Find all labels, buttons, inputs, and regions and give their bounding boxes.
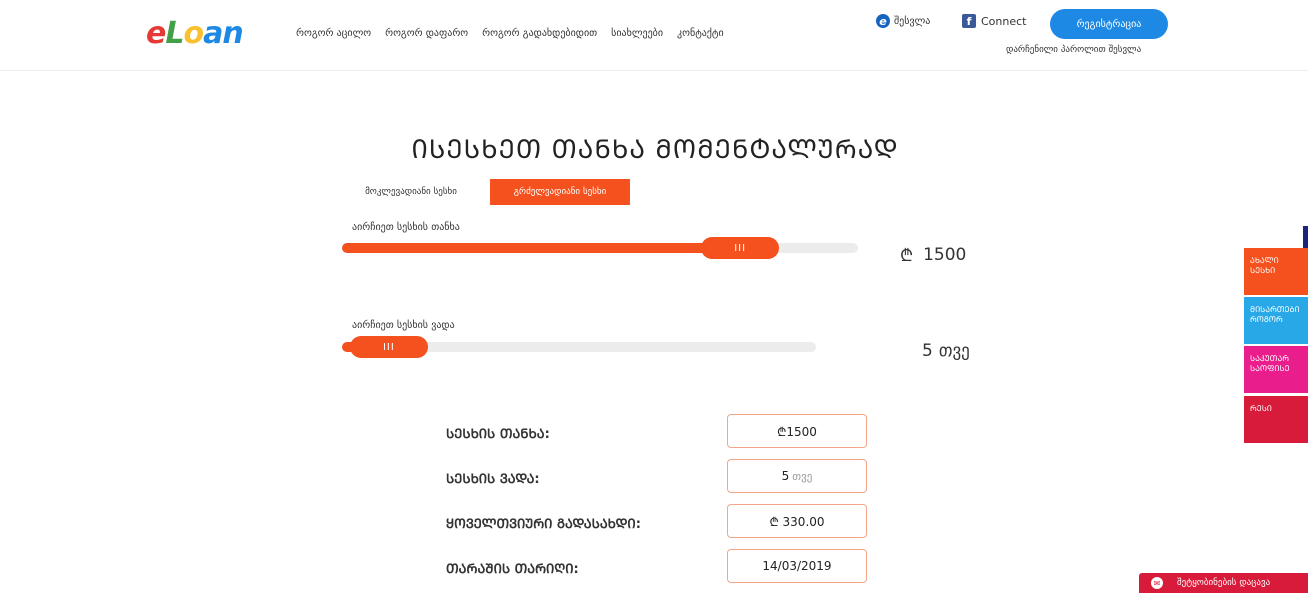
amount-value: 1500 — [923, 244, 967, 265]
nav-how-to-apply[interactable]: როგორ აცილო — [296, 28, 371, 39]
nav-payments[interactable]: როგორ გადახდებიდით — [482, 28, 597, 39]
side-button-other[interactable]: ᲠᲔᲡᲘ — [1244, 396, 1308, 443]
duration-value: 5 — [922, 341, 933, 361]
summary-monthly-value: ₾ 330.00 — [727, 504, 867, 538]
login-link[interactable]: e შესვლა — [876, 14, 930, 28]
logo-letter-o: o — [183, 16, 204, 51]
eloan-e-icon: e — [876, 14, 890, 28]
register-button[interactable]: რეგისტრაცია — [1050, 9, 1168, 39]
main-nav: როგორ აცილო როგორ დაფარო როგორ გადახდები… — [296, 28, 724, 39]
amount-slider-track[interactable] — [342, 243, 858, 253]
amount-slider-fill — [342, 243, 741, 253]
logo-letter-l: L — [165, 16, 184, 51]
summary-monthly-label: ᲧᲝᲕᲔᲚᲗᲕᲘᲣᲠᲘ ᲒᲐᲓᲐᲡᲐᲮᲓᲘ: — [446, 517, 641, 532]
summary-term-unit: თვე — [792, 469, 813, 483]
side-button-how-to[interactable]: ᲛᲘᲡᲐᲠᲗᲔᲑᲘ ᲠᲝᲒᲝᲠ — [1244, 297, 1308, 344]
page-title: ᲘᲡᲔᲡᲮᲔᲗ ᲗᲐᲜᲮᲐ ᲛᲝᲛᲔᲜᲢᲐᲚᲣᲠᲐᲓ — [411, 135, 899, 165]
summary-amount-label: ᲡᲔᲡᲮᲘᲡ ᲗᲐᲜᲮᲐ: — [446, 427, 550, 442]
mail-icon: ✉ — [1151, 577, 1163, 589]
nav-how-to-repay[interactable]: როგორ დაფარო — [385, 28, 468, 39]
nav-news[interactable]: სიახლეები — [611, 28, 663, 39]
facebook-connect-label: Connect — [981, 14, 1027, 28]
summary-term-box: 5 თვე — [727, 459, 867, 493]
header: eLoan როგორ აცილო როგორ დაფარო როგორ გად… — [0, 0, 1308, 71]
summary-amount-value: ₾1500 — [727, 414, 867, 448]
duration-unit: თვე — [938, 341, 970, 361]
logo-letter-e: e — [146, 16, 166, 51]
forgot-password-login-link[interactable]: დარჩენილი პაროლით შესვლა — [1006, 45, 1141, 55]
amount-slider-handle[interactable]: III — [701, 237, 780, 259]
eloan-logo[interactable]: eLoan — [146, 16, 244, 51]
duration-slider-handle[interactable]: III — [349, 336, 428, 358]
duration-slider-label: აირჩიეთ სესხის ვადა — [352, 320, 455, 331]
side-button-new-loan[interactable]: ᲐᲮᲐᲚᲘ ᲡᲔᲡᲮᲘ — [1244, 248, 1308, 295]
login-label: შესვლა — [894, 15, 931, 27]
amount-display: ₾ 1500 — [900, 243, 967, 267]
summary-term-label: ᲡᲔᲡᲮᲘᲡ ᲕᲐᲓᲐ: — [446, 472, 540, 487]
nav-contact[interactable]: კონტაქტი — [677, 28, 724, 39]
side-button-personal-office[interactable]: ᲡᲐᲙᲣᲗᲐᲠ ᲡᲐᲝᲤᲘᲡᲔ — [1244, 346, 1308, 393]
lari-currency-icon: ₾ — [900, 246, 914, 266]
facebook-icon: f — [962, 14, 976, 28]
summary-term-value: 5 — [781, 469, 790, 483]
duration-display: 5 თვე — [922, 341, 970, 361]
tab-short-term-loan[interactable]: მოკლევადიანი სესხი — [340, 179, 482, 205]
logo-letter-an: an — [203, 16, 244, 51]
subscribe-button[interactable]: ✉ შეტყობინების დაცავა — [1139, 573, 1308, 593]
subscribe-label: შეტყობინების დაცავა — [1177, 578, 1271, 588]
facebook-connect-link[interactable]: f Connect — [962, 14, 1026, 28]
tab-long-term-loan[interactable]: გრძელვადიანი სესხი — [490, 179, 630, 205]
amount-slider-label: აირჩიეთ სესხის თანხა — [352, 222, 460, 233]
summary-date-value: 14/03/2019 — [727, 549, 867, 583]
summary-date-label: ᲗᲐᲠᲐᲨᲘᲡ ᲗᲐᲠᲘᲦᲘ: — [446, 562, 579, 577]
